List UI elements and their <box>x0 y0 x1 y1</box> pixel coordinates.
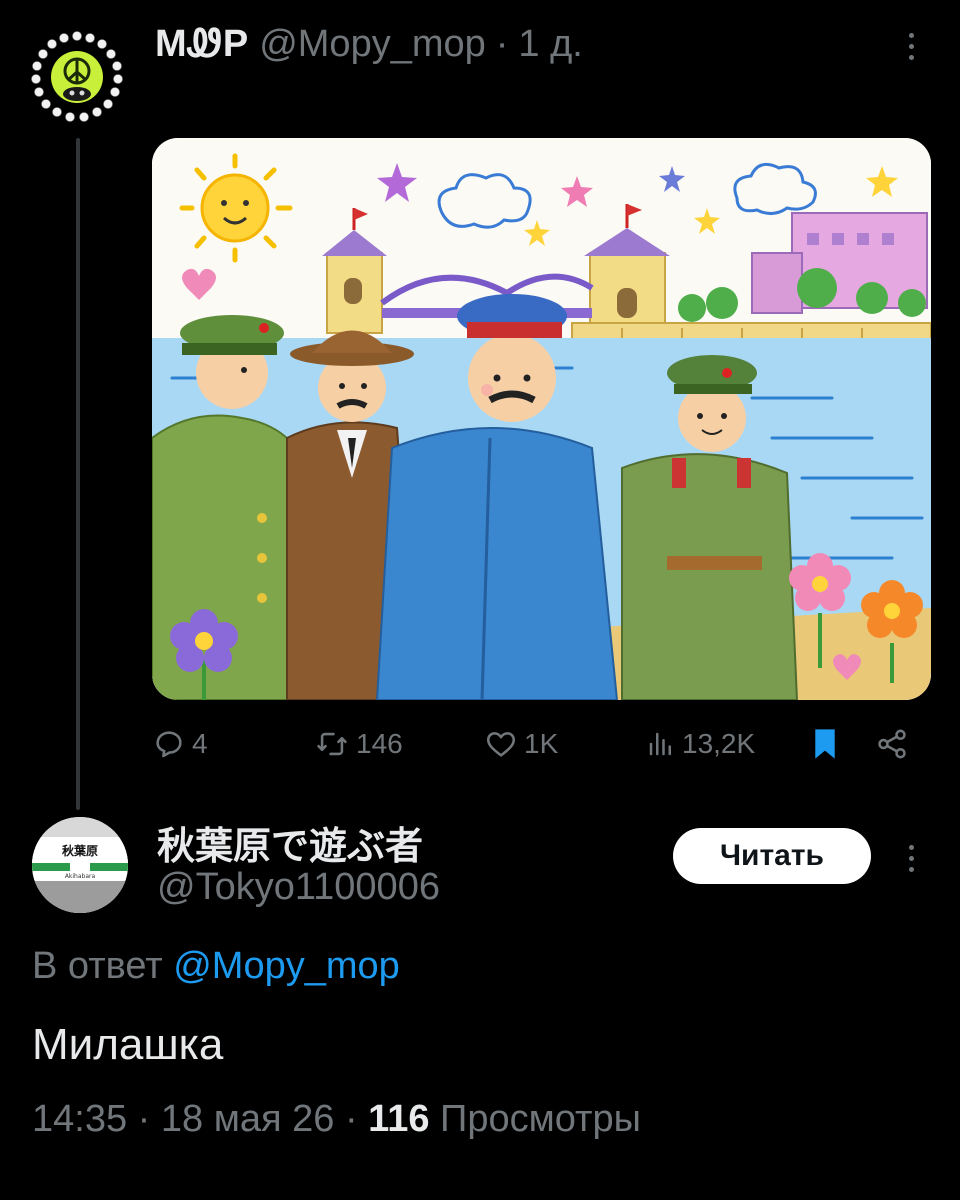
reply-count: 4 <box>192 728 208 759</box>
meta-separator: · <box>344 1098 358 1140</box>
reply-views-count[interactable]: 116 <box>368 1098 429 1140</box>
like-action[interactable]: 1K <box>484 720 558 768</box>
bookmark-icon <box>815 729 835 759</box>
more-options-icon[interactable] <box>901 26 921 66</box>
header-separator: · <box>495 22 509 65</box>
station-sign-kanji: 秋葉原 <box>62 843 98 858</box>
reply-meta: 14:35 · 18 мая 26 · 116 Просмотры <box>32 1098 641 1141</box>
follow-button[interactable]: Читать <box>673 828 871 884</box>
reply-time[interactable]: 14:35 <box>32 1098 127 1140</box>
pepe-bead-necklace-icon <box>23 23 131 131</box>
akihabara-station-sign-icon: 秋葉原 Akihabara <box>32 817 128 913</box>
reply-text: Милашка <box>32 1020 224 1069</box>
author-handle[interactable]: @Mopy_mop <box>259 23 486 66</box>
share-icon <box>878 729 906 759</box>
reply-more-options-icon[interactable] <box>901 838 921 878</box>
reply-action[interactable]: 4 <box>152 720 208 768</box>
reply-mention-link[interactable]: @Mopy_mop <box>173 945 400 987</box>
station-sign-romaji: Akihabara <box>65 873 96 880</box>
views-chart-icon <box>649 732 671 756</box>
reply-prefix: В ответ <box>32 945 163 987</box>
meta-separator: · <box>137 1098 151 1140</box>
bookmark-action[interactable] <box>810 720 840 768</box>
views-count: 13,2K <box>682 728 756 759</box>
like-count: 1K <box>524 728 559 759</box>
repost-count: 146 <box>356 728 403 759</box>
tweet-time[interactable]: 1 д. <box>518 23 582 66</box>
reply-author-handle[interactable]: @Tokyo1100006 <box>157 866 440 909</box>
tweet-actions: 4 146 1K 13,2K <box>152 720 942 768</box>
reply-context: В ответ @Mopy_mop <box>32 945 400 988</box>
tweet-image[interactable] <box>152 138 931 700</box>
reply-icon <box>156 731 182 758</box>
reply-author-avatar[interactable]: 秋葉原 Akihabara <box>32 817 128 913</box>
repost-action[interactable]: 146 <box>314 720 403 768</box>
crayon-drawing-icon <box>152 138 931 700</box>
reply-author-name[interactable]: 秋葉原で遊ぶ者 <box>157 815 423 870</box>
share-action[interactable] <box>874 720 910 768</box>
thread-line <box>76 138 80 810</box>
author-name[interactable]: MᏪP <box>155 23 249 66</box>
heart-icon <box>486 732 516 757</box>
reply-date[interactable]: 18 мая 26 <box>161 1098 335 1140</box>
reply-views-label: Просмотры <box>440 1098 641 1140</box>
author-avatar[interactable] <box>22 22 132 132</box>
repost-icon <box>317 732 347 756</box>
tweet-header: MᏪP @Mopy_mop · 1 д. <box>155 18 583 70</box>
views-action[interactable]: 13,2K <box>646 720 755 768</box>
